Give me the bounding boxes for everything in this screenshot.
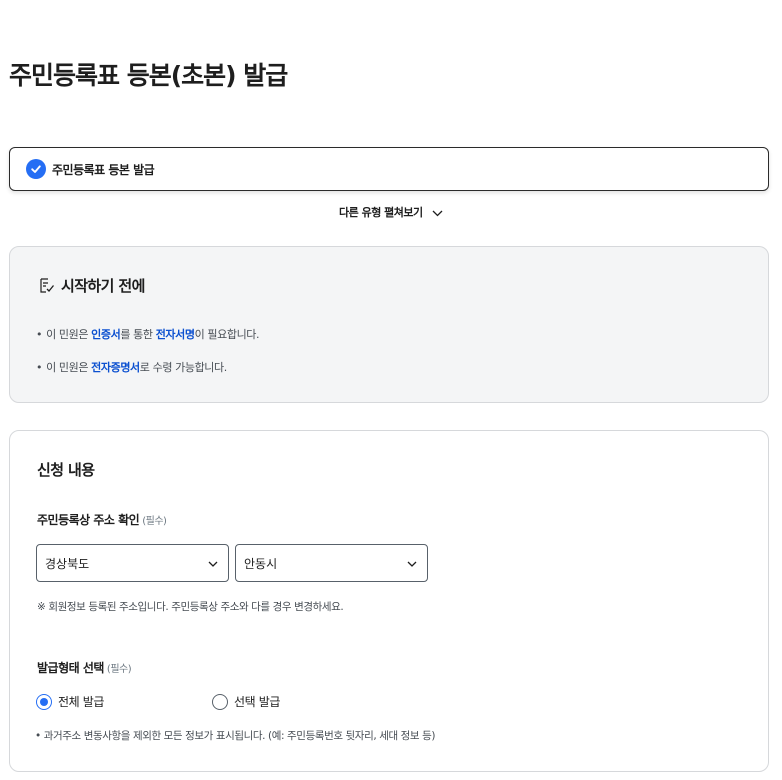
radio-full-issue[interactable]: 전체 발급 [36, 693, 104, 710]
selected-type-card[interactable]: 주민등록표 등본 발급 [9, 147, 769, 191]
section-title: 신청 내용 [37, 461, 95, 479]
notice-title: 시작하기 전에 [61, 277, 145, 295]
city-select[interactable]: 안동시 [235, 544, 428, 582]
check-circle-icon [26, 159, 46, 179]
radio-button-unchecked[interactable] [212, 693, 228, 710]
chevron-down-icon [407, 556, 417, 570]
radio-label: 전체 발급 [58, 695, 104, 709]
address-field-label: 주민등록상 주소 확인 (필수) [37, 513, 167, 527]
issue-type-label: 발급형태 선택 (필수) [37, 661, 132, 675]
radio-button-checked[interactable] [36, 693, 52, 710]
address-hint: ※ 회원정보 등록된 주소입니다. 주민등록상 주소와 다를 경우 변경하세요. [37, 601, 344, 613]
province-select[interactable]: 경상북도 [36, 544, 229, 582]
e-certificate-highlight: 전자증명서 [91, 361, 140, 374]
expand-label: 다른 유형 펼쳐보기 [339, 206, 423, 219]
province-value: 경상북도 [45, 556, 90, 571]
city-value: 안동시 [244, 556, 278, 571]
notice-item-signature: • 이 민원은 인증서를 통한 전자서명이 필요합니다. [36, 328, 260, 341]
chevron-down-icon [432, 207, 443, 220]
expand-other-types-link[interactable]: 다른 유형 펼쳐보기 [0, 204, 782, 220]
chevron-down-icon [208, 556, 218, 570]
before-start-notice: 시작하기 전에 • 이 민원은 인증서를 통한 전자서명이 필요합니다. • 이 민… [9, 246, 769, 403]
issue-type-note: • 과거주소 변동사항을 제외한 모든 정보가 표시됩니다. (예: 주민등록번… [35, 730, 436, 742]
application-form: 신청 내용 주민등록상 주소 확인 (필수) 경상북도 안동시 ※ 회원정보 등록… [9, 430, 769, 772]
required-tag: (필수) [106, 664, 132, 675]
notice-item-e-certificate: • 이 민원은 전자증명서로 수령 가능합니다. [36, 361, 227, 374]
certificate-highlight: 인증서 [91, 328, 121, 341]
e-signature-highlight: 전자서명 [155, 328, 195, 341]
document-check-icon [38, 277, 55, 294]
page-title: 주민등록표 등본(초본) 발급 [9, 61, 288, 90]
radio-select-issue[interactable]: 선택 발급 [212, 693, 280, 710]
required-tag: (필수) [142, 516, 167, 527]
radio-label: 선택 발급 [234, 695, 280, 709]
selected-type-label: 주민등록표 등본 발급 [52, 162, 155, 177]
